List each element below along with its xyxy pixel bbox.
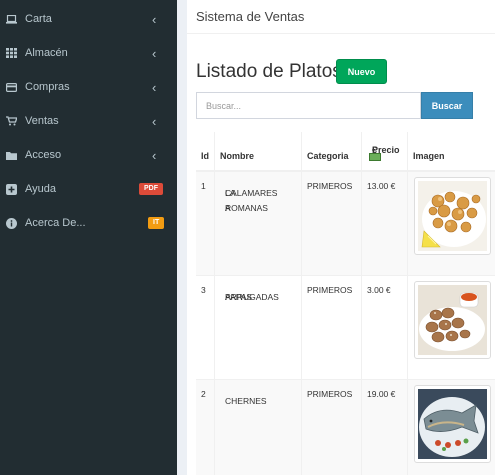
main-content: Sistema de Ventas Listado de Platos Nuev… (177, 0, 495, 475)
shopping-cart-icon (6, 116, 17, 127)
search-input[interactable] (196, 92, 421, 119)
sidebar: Carta ‹ Almacén ‹ Compras ‹ Ventas ‹ Acc… (0, 0, 177, 475)
dish-image-fish (414, 385, 491, 463)
sidebar-item-carta[interactable]: Carta ‹ (0, 2, 177, 36)
info-circle-icon (6, 217, 17, 229)
chevron-left-icon: ‹ (152, 45, 157, 61)
sidebar-item-label: Ventas (25, 115, 59, 127)
column-header-imagen[interactable]: Imagen (408, 132, 495, 170)
chevron-left-icon: ‹ (152, 79, 157, 95)
app-title: Sistema de Ventas (196, 9, 305, 24)
cell-id: 3 (201, 285, 206, 295)
chevron-left-icon: ‹ (152, 147, 157, 163)
cell-id: 1 (201, 181, 206, 191)
it-badge: IT (148, 217, 165, 229)
page-title: Listado de Platos (196, 61, 342, 82)
plus-square-icon (6, 183, 17, 195)
sidebar-item-label: Almacén (25, 47, 68, 59)
chevron-left-icon: ‹ (152, 11, 157, 27)
header-bar: Sistema de Ventas (187, 0, 495, 34)
sidebar-item-compras[interactable]: Compras ‹ (0, 70, 177, 104)
cell-precio: 3.00 € (367, 285, 391, 295)
search-button[interactable]: Buscar (421, 92, 473, 119)
folder-icon (6, 150, 17, 161)
sidebar-item-ayuda[interactable]: Ayuda PDF (0, 172, 177, 206)
grid-icon (6, 48, 17, 59)
sidebar-item-label: Acceso (25, 149, 62, 161)
sidebar-item-almacen[interactable]: Almacén ‹ (0, 36, 177, 70)
pdf-badge: PDF (139, 183, 163, 195)
column-header-nombre[interactable]: Nombre (215, 132, 302, 170)
table-row[interactable]: 3 PAPAS ARRUGADAS PRIMEROS 3.00 € (196, 276, 495, 380)
sidebar-item-acceso[interactable]: Acceso ‹ (0, 138, 177, 172)
credit-card-icon (6, 82, 17, 93)
sidebar-item-label: Acerca De... (25, 217, 86, 229)
cell-categoria: PRIMEROS (307, 389, 353, 399)
column-header-categoria[interactable]: Categoria (302, 132, 362, 170)
column-header-precio[interactable]: Precio € (362, 132, 408, 170)
chevron-left-icon: ‹ (152, 113, 157, 129)
sidebar-item-label: Compras (25, 81, 70, 93)
sidebar-item-ventas[interactable]: Ventas ‹ (0, 104, 177, 138)
cell-categoria: PRIMEROS (307, 285, 353, 295)
cell-precio: 19.00 € (367, 389, 396, 399)
cell-id: 2 (201, 389, 206, 399)
content-panel: Sistema de Ventas Listado de Platos Nuev… (187, 0, 495, 475)
dish-image-calamari (414, 177, 491, 255)
sidebar-item-acerca-de[interactable]: Acerca De... IT (0, 206, 177, 240)
laptop-icon (6, 14, 17, 25)
cell-precio: 13.00 € (367, 181, 396, 191)
new-button[interactable]: Nuevo (336, 59, 387, 84)
sidebar-item-label: Ayuda (25, 183, 56, 195)
sidebar-item-label: Carta (25, 13, 52, 25)
dish-image-potatoes (414, 281, 491, 359)
table-row[interactable]: 1 CALAMARES A LA ROMANAS PRIMEROS 13.00 € (196, 172, 495, 276)
table-row[interactable]: 2 CHERNES PRIMEROS 19.00 € (196, 380, 495, 475)
cell-categoria: PRIMEROS (307, 181, 353, 191)
column-header-id[interactable]: Id (196, 132, 215, 170)
